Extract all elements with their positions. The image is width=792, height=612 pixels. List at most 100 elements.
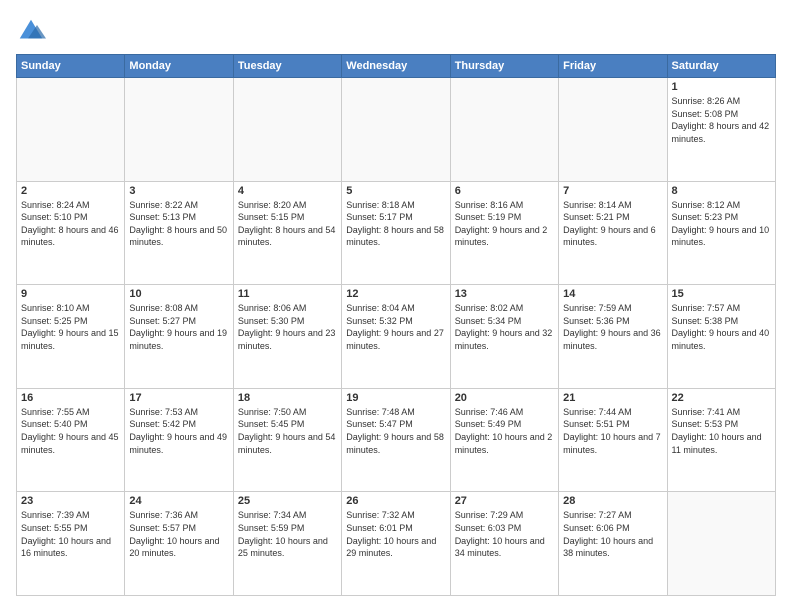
calendar-cell: [342, 78, 450, 182]
week-row-5: 23 Sunrise: 7:39 AM Sunset: 5:55 PM Dayli…: [17, 492, 776, 596]
day-info: Sunrise: 7:53 AM Sunset: 5:42 PM Dayligh…: [129, 406, 228, 456]
day-info: Sunrise: 7:39 AM Sunset: 5:55 PM Dayligh…: [21, 509, 120, 559]
day-number: 17: [129, 392, 228, 404]
calendar-cell: 20 Sunrise: 7:46 AM Sunset: 5:49 PM Dayli…: [450, 388, 558, 492]
day-info: Sunrise: 8:14 AM Sunset: 5:21 PM Dayligh…: [563, 199, 662, 249]
day-info: Sunrise: 7:36 AM Sunset: 5:57 PM Dayligh…: [129, 509, 228, 559]
day-number: 22: [672, 392, 771, 404]
week-row-4: 16 Sunrise: 7:55 AM Sunset: 5:40 PM Dayli…: [17, 388, 776, 492]
calendar-cell: [233, 78, 341, 182]
day-info: Sunrise: 8:02 AM Sunset: 5:34 PM Dayligh…: [455, 302, 554, 352]
day-info: Sunrise: 8:24 AM Sunset: 5:10 PM Dayligh…: [21, 199, 120, 249]
day-number: 16: [21, 392, 120, 404]
calendar-cell: [17, 78, 125, 182]
calendar-cell: 1Sunrise: 8:26 AM Sunset: 5:08 PM Daylig…: [667, 78, 775, 182]
calendar-cell: 18 Sunrise: 7:50 AM Sunset: 5:45 PM Dayli…: [233, 388, 341, 492]
page: SundayMondayTuesdayWednesdayThursdayFrid…: [0, 0, 792, 612]
day-info: Sunrise: 8:22 AM Sunset: 5:13 PM Dayligh…: [129, 199, 228, 249]
day-number: 24: [129, 495, 228, 507]
day-info: Sunrise: 7:32 AM Sunset: 6:01 PM Dayligh…: [346, 509, 445, 559]
calendar-cell: [125, 78, 233, 182]
logo: [16, 16, 50, 46]
header: [16, 16, 776, 46]
calendar-cell: 5 Sunrise: 8:18 AM Sunset: 5:17 PM Daylig…: [342, 181, 450, 285]
day-info: Sunrise: 7:48 AM Sunset: 5:47 PM Dayligh…: [346, 406, 445, 456]
calendar-cell: 27 Sunrise: 7:29 AM Sunset: 6:03 PM Dayli…: [450, 492, 558, 596]
calendar-cell: 13 Sunrise: 8:02 AM Sunset: 5:34 PM Dayli…: [450, 285, 558, 389]
calendar-cell: 26 Sunrise: 7:32 AM Sunset: 6:01 PM Dayli…: [342, 492, 450, 596]
col-header-monday: Monday: [125, 55, 233, 78]
calendar-cell: 25 Sunrise: 7:34 AM Sunset: 5:59 PM Dayli…: [233, 492, 341, 596]
day-info: Sunrise: 8:18 AM Sunset: 5:17 PM Dayligh…: [346, 199, 445, 249]
calendar-cell: 8 Sunrise: 8:12 AM Sunset: 5:23 PM Daylig…: [667, 181, 775, 285]
calendar-cell: 7 Sunrise: 8:14 AM Sunset: 5:21 PM Daylig…: [559, 181, 667, 285]
day-number: 20: [455, 392, 554, 404]
day-info: Sunrise: 7:55 AM Sunset: 5:40 PM Dayligh…: [21, 406, 120, 456]
calendar-cell: 28 Sunrise: 7:27 AM Sunset: 6:06 PM Dayli…: [559, 492, 667, 596]
day-number: 12: [346, 288, 445, 300]
calendar-header-row: SundayMondayTuesdayWednesdayThursdayFrid…: [17, 55, 776, 78]
day-number: 7: [563, 185, 662, 197]
calendar-cell: 4Sunrise: 8:20 AM Sunset: 5:15 PM Daylig…: [233, 181, 341, 285]
day-number: 2: [21, 185, 120, 197]
calendar-cell: 12 Sunrise: 8:04 AM Sunset: 5:32 PM Dayli…: [342, 285, 450, 389]
day-info: Sunrise: 7:59 AM Sunset: 5:36 PM Dayligh…: [563, 302, 662, 352]
day-number: 5: [346, 185, 445, 197]
day-number: 13: [455, 288, 554, 300]
day-number: 18: [238, 392, 337, 404]
day-number: 10: [129, 288, 228, 300]
day-info: Sunrise: 8:10 AM Sunset: 5:25 PM Dayligh…: [21, 302, 120, 352]
day-number: 23: [21, 495, 120, 507]
day-info: Sunrise: 8:04 AM Sunset: 5:32 PM Dayligh…: [346, 302, 445, 352]
calendar-cell: 15Sunrise: 7:57 AM Sunset: 5:38 PM Dayli…: [667, 285, 775, 389]
calendar-cell: 10 Sunrise: 8:08 AM Sunset: 5:27 PM Dayli…: [125, 285, 233, 389]
calendar-cell: [667, 492, 775, 596]
day-info: Sunrise: 7:29 AM Sunset: 6:03 PM Dayligh…: [455, 509, 554, 559]
day-info: Sunrise: 7:34 AM Sunset: 5:59 PM Dayligh…: [238, 509, 337, 559]
day-info: Sunrise: 7:50 AM Sunset: 5:45 PM Dayligh…: [238, 406, 337, 456]
day-number: 19: [346, 392, 445, 404]
calendar-cell: 24 Sunrise: 7:36 AM Sunset: 5:57 PM Dayli…: [125, 492, 233, 596]
logo-icon: [16, 16, 46, 46]
calendar-cell: 22Sunrise: 7:41 AM Sunset: 5:53 PM Dayli…: [667, 388, 775, 492]
day-info: Sunrise: 8:12 AM Sunset: 5:23 PM Dayligh…: [672, 199, 771, 249]
calendar-cell: 23 Sunrise: 7:39 AM Sunset: 5:55 PM Dayli…: [17, 492, 125, 596]
day-info: Sunrise: 8:16 AM Sunset: 5:19 PM Dayligh…: [455, 199, 554, 249]
week-row-1: 1Sunrise: 8:26 AM Sunset: 5:08 PM Daylig…: [17, 78, 776, 182]
calendar-cell: [559, 78, 667, 182]
calendar-cell: 6 Sunrise: 8:16 AM Sunset: 5:19 PM Daylig…: [450, 181, 558, 285]
calendar-cell: 19 Sunrise: 7:48 AM Sunset: 5:47 PM Dayli…: [342, 388, 450, 492]
day-number: 3: [129, 185, 228, 197]
day-info: Sunrise: 7:46 AM Sunset: 5:49 PM Dayligh…: [455, 406, 554, 456]
calendar-cell: 21 Sunrise: 7:44 AM Sunset: 5:51 PM Dayli…: [559, 388, 667, 492]
calendar-cell: 9 Sunrise: 8:10 AM Sunset: 5:25 PM Daylig…: [17, 285, 125, 389]
day-info: Sunrise: 8:06 AM Sunset: 5:30 PM Dayligh…: [238, 302, 337, 352]
day-info: Sunrise: 7:27 AM Sunset: 6:06 PM Dayligh…: [563, 509, 662, 559]
day-number: 28: [563, 495, 662, 507]
day-number: 25: [238, 495, 337, 507]
day-number: 4: [238, 185, 337, 197]
col-header-wednesday: Wednesday: [342, 55, 450, 78]
day-number: 27: [455, 495, 554, 507]
day-number: 8: [672, 185, 771, 197]
day-number: 26: [346, 495, 445, 507]
col-header-sunday: Sunday: [17, 55, 125, 78]
day-info: Sunrise: 8:08 AM Sunset: 5:27 PM Dayligh…: [129, 302, 228, 352]
calendar-cell: 17 Sunrise: 7:53 AM Sunset: 5:42 PM Dayli…: [125, 388, 233, 492]
day-number: 9: [21, 288, 120, 300]
week-row-3: 9 Sunrise: 8:10 AM Sunset: 5:25 PM Daylig…: [17, 285, 776, 389]
calendar-cell: 2 Sunrise: 8:24 AM Sunset: 5:10 PM Daylig…: [17, 181, 125, 285]
day-number: 6: [455, 185, 554, 197]
day-info: Sunrise: 7:44 AM Sunset: 5:51 PM Dayligh…: [563, 406, 662, 456]
day-number: 21: [563, 392, 662, 404]
col-header-saturday: Saturday: [667, 55, 775, 78]
calendar-table: SundayMondayTuesdayWednesdayThursdayFrid…: [16, 54, 776, 596]
day-number: 14: [563, 288, 662, 300]
calendar-cell: 16 Sunrise: 7:55 AM Sunset: 5:40 PM Dayli…: [17, 388, 125, 492]
day-info: Sunrise: 7:57 AM Sunset: 5:38 PM Dayligh…: [672, 302, 771, 352]
calendar-cell: [450, 78, 558, 182]
day-number: 1: [672, 81, 771, 93]
col-header-friday: Friday: [559, 55, 667, 78]
col-header-tuesday: Tuesday: [233, 55, 341, 78]
week-row-2: 2 Sunrise: 8:24 AM Sunset: 5:10 PM Daylig…: [17, 181, 776, 285]
